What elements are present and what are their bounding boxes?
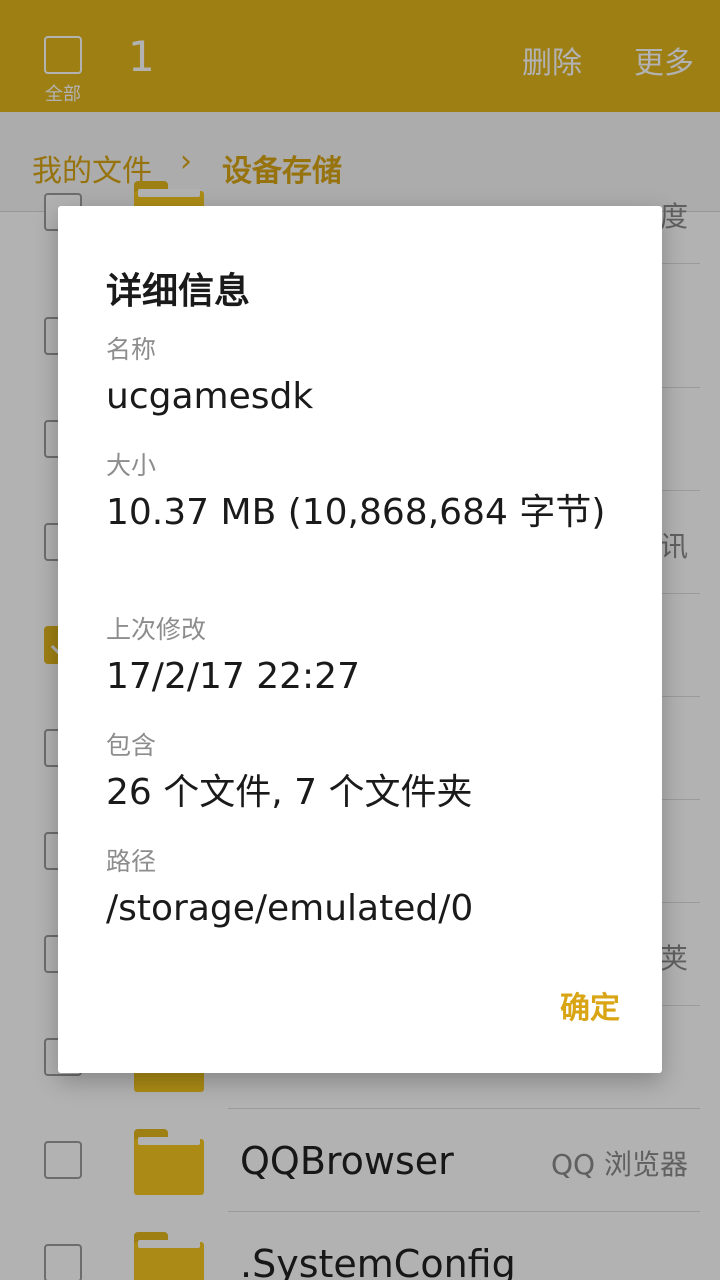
name-label: 名称 bbox=[106, 335, 157, 364]
name-field: 名称 ucgamesdk bbox=[106, 330, 616, 420]
details-dialog: 详细信息 名称 ucgamesdk 大小 10.37 MB (10,868,68… bbox=[58, 206, 662, 1073]
size-label: 大小 bbox=[106, 451, 157, 480]
modified-value: 17/2/17 22:27 bbox=[106, 656, 360, 697]
contains-field: 包含 26 个文件, 7 个文件夹 bbox=[106, 726, 616, 816]
modified-label: 上次修改 bbox=[106, 615, 207, 644]
contains-value: 26 个文件, 7 个文件夹 bbox=[106, 772, 473, 813]
ok-button[interactable]: 确定 bbox=[560, 983, 620, 1027]
name-value: ucgamesdk bbox=[106, 376, 314, 417]
dialog-title: 详细信息 bbox=[106, 271, 251, 312]
size-value: 10.37 MB (10,868,684 字节) bbox=[106, 492, 606, 533]
path-field: 路径 /storage/emulated/0 bbox=[106, 842, 616, 932]
path-value: /storage/emulated/0 bbox=[106, 888, 474, 929]
size-field: 大小 10.37 MB (10,868,684 字节) bbox=[106, 446, 616, 536]
modified-field: 上次修改 17/2/17 22:27 bbox=[106, 610, 616, 700]
path-label: 路径 bbox=[106, 847, 157, 876]
contains-label: 包含 bbox=[106, 731, 157, 760]
